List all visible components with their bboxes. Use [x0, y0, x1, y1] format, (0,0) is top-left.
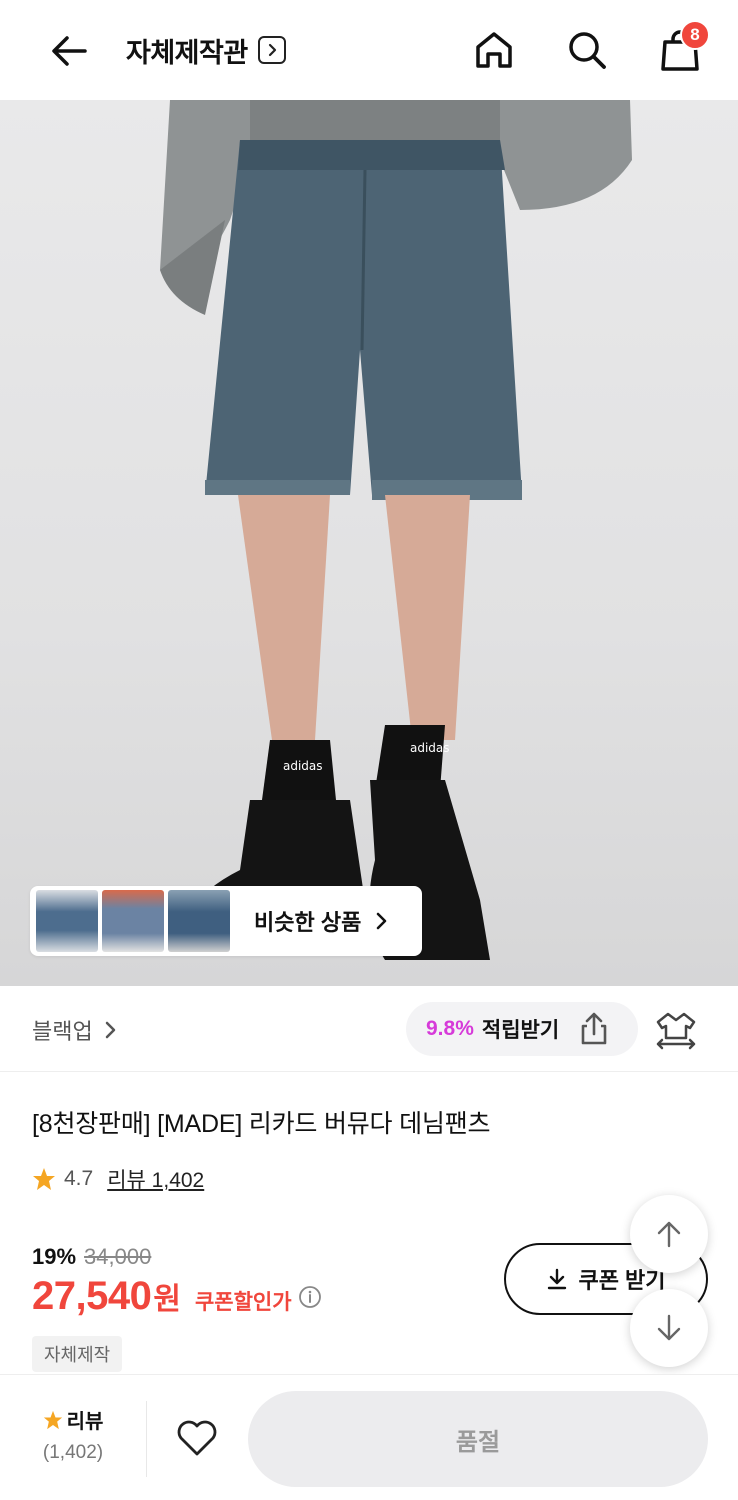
sold-out-button[interactable]: 품절 [248, 1391, 708, 1487]
similar-thumb-3 [168, 890, 230, 952]
download-icon [548, 1268, 567, 1290]
bottom-action-bar: 리뷰 (1,402) 품절 [0, 1374, 738, 1500]
hanger-icon[interactable] [654, 1008, 698, 1052]
price-block: 19% 34,000 27,540 원 쿠폰할인가 [32, 1244, 322, 1319]
rating-value: 4.7 [64, 1167, 94, 1190]
arrow-left-icon [52, 36, 87, 66]
original-price: 34,000 [84, 1244, 152, 1269]
similar-products-label: 비슷한 상품 [254, 910, 362, 935]
cart-button[interactable]: 8 [654, 20, 710, 76]
heart-icon[interactable] [176, 1419, 218, 1457]
svg-text:adidas: adidas [283, 759, 323, 773]
top-app-bar: 자체제작관 8 [0, 0, 738, 100]
divider [146, 1401, 147, 1477]
brand-link[interactable]: 블랙업 [32, 1014, 117, 1046]
similar-thumb-2 [102, 890, 164, 952]
scroll-up-button[interactable] [630, 1195, 708, 1273]
chevron-right-icon [377, 912, 387, 930]
similar-products-banner[interactable]: 비슷한 상품 [30, 886, 422, 956]
chevron-right-icon [105, 1021, 115, 1039]
points-label: 적립받기 [481, 1019, 560, 1042]
scroll-down-button[interactable] [630, 1289, 708, 1367]
arrow-up-icon [657, 1221, 681, 1248]
product-image[interactable]: adidas adidas 비슷한 상품 [0, 100, 738, 986]
page-title: 자체제작관 [126, 37, 248, 68]
back-button[interactable] [44, 26, 94, 76]
review-tab-label: 리뷰 [66, 1411, 104, 1433]
rating-row: 4.7 리뷰 1,402 [32, 1164, 204, 1194]
info-icon[interactable] [298, 1285, 322, 1309]
chevron-right-icon [257, 36, 286, 64]
similar-thumb-1 [36, 890, 98, 952]
cart-count-badge: 8 [680, 20, 710, 50]
product-photo: adidas adidas [160, 100, 632, 960]
arrow-down-icon [657, 1314, 681, 1341]
discount-rate: 19% [32, 1244, 77, 1269]
product-name: [8천장판매] [MADE] 리카드 버뮤다 데님팬츠 [32, 1110, 491, 1138]
points-rate: 9.8% [426, 1017, 474, 1040]
coupon-price-label: 쿠폰할인가 [194, 1291, 292, 1314]
currency-unit: 원 [153, 1283, 181, 1316]
star-icon [43, 1410, 62, 1429]
search-button[interactable] [561, 24, 613, 76]
star-icon [33, 1168, 55, 1190]
brand-name: 블랙업 [32, 1019, 93, 1044]
review-count: (1,402) [42, 1442, 104, 1463]
review-link[interactable]: 리뷰 1,402 [107, 1164, 204, 1194]
search-icon [569, 32, 606, 69]
points-button[interactable]: 9.8% 적립받기 [406, 1002, 638, 1056]
sale-price: 27,540 [32, 1274, 152, 1318]
svg-text:adidas: adidas [410, 741, 450, 755]
store-title-link[interactable]: 자체제작관 [126, 28, 286, 72]
review-tab[interactable]: 리뷰 (1,402) [30, 1405, 116, 1464]
home-icon [476, 32, 512, 68]
home-button[interactable] [468, 24, 520, 76]
tag-badge: 자체제작 [32, 1336, 123, 1372]
brand-row: 블랙업 9.8% 적립받기 [0, 986, 738, 1072]
share-icon[interactable] [577, 1012, 611, 1046]
